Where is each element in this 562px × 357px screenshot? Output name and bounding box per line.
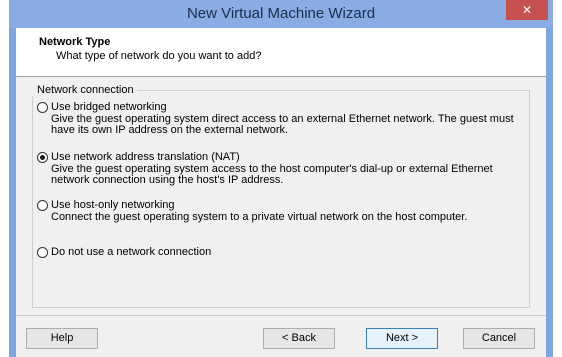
wizard-header: Network Type What type of network do you… xyxy=(16,28,546,77)
option-nat-label[interactable]: Use network address translation (NAT) xyxy=(51,151,240,163)
wizard-client-area: Network Type What type of network do you… xyxy=(16,28,546,357)
network-connection-legend: Network connection xyxy=(32,84,137,96)
radio-bridged[interactable] xyxy=(37,102,48,113)
close-icon: ✕ xyxy=(521,3,533,17)
option-host-only-label[interactable]: Use host-only networking xyxy=(51,199,175,211)
option-bridged-label[interactable]: Use bridged networking xyxy=(51,101,167,113)
back-button[interactable]: < Back xyxy=(263,328,335,349)
button-bar-divider xyxy=(16,315,546,316)
window-title: New Virtual Machine Wizard xyxy=(186,5,376,22)
title-bar[interactable]: New Virtual Machine Wizard ✕ xyxy=(9,0,553,28)
radio-nat[interactable] xyxy=(37,152,48,163)
option-nat-description: Give the guest operating system access t… xyxy=(51,163,493,186)
cancel-button[interactable]: Cancel xyxy=(463,328,535,349)
wizard-window: New Virtual Machine Wizard ✕ Network Typ… xyxy=(9,0,553,357)
close-button[interactable]: ✕ xyxy=(506,0,548,20)
option-host-only-description: Connect the guest operating system to a … xyxy=(51,211,468,223)
page-title: Network Type xyxy=(39,36,111,48)
option-no-network-label[interactable]: Do not use a network connection xyxy=(51,246,211,258)
next-button[interactable]: Next > xyxy=(366,328,438,349)
option-bridged-description: Give the guest operating system direct a… xyxy=(51,113,514,136)
help-button[interactable]: Help xyxy=(26,328,98,349)
radio-host-only[interactable] xyxy=(37,200,48,211)
page-subtitle: What type of network do you want to add? xyxy=(56,50,262,62)
radio-no-network[interactable] xyxy=(37,247,48,258)
